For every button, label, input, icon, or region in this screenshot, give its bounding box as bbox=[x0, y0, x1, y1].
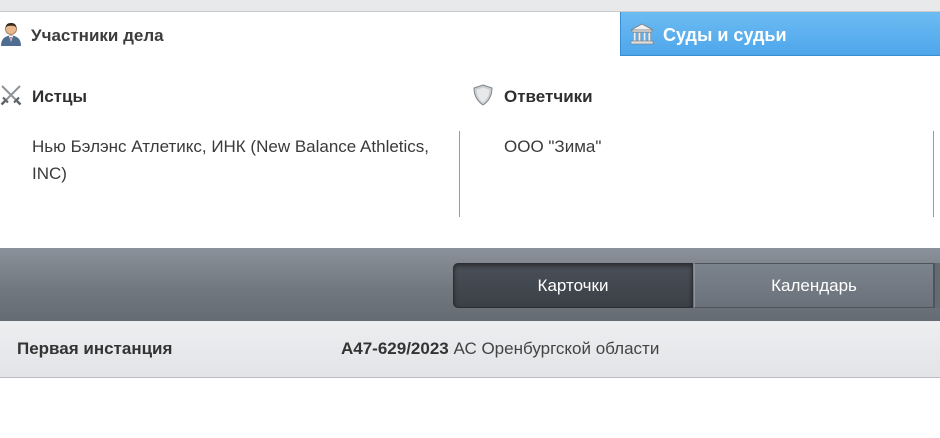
tab-participants-label: Участники дела bbox=[31, 26, 164, 45]
toolbar-next-button-edge[interactable] bbox=[934, 263, 940, 308]
tab-courts-label: Суды и судьи bbox=[663, 25, 787, 45]
view-toolbar: Карточки Календарь bbox=[0, 248, 940, 321]
plaintiffs-label: Истцы bbox=[32, 87, 87, 106]
defendant-name[interactable]: ООО "Зима" bbox=[504, 133, 904, 160]
defendants-label: Ответчики bbox=[504, 87, 593, 106]
tab-courts[interactable]: Суды и судьи bbox=[620, 12, 940, 56]
column-divider bbox=[933, 131, 934, 217]
instance-row[interactable]: Первая инстанция А47-629/2023 АС Оренбур… bbox=[0, 321, 940, 378]
crossed-swords-icon bbox=[0, 84, 22, 106]
case-number[interactable]: А47-629/2023 bbox=[341, 339, 449, 358]
instance-label: Первая инстанция bbox=[17, 339, 173, 358]
calendar-button[interactable]: Календарь bbox=[694, 263, 934, 308]
case-page: Участники дела Суды и судьи Истцы Ответч… bbox=[0, 0, 940, 438]
cards-button[interactable]: Карточки bbox=[453, 263, 693, 308]
plaintiff-name[interactable]: Нью Бэлэнс Атлетикс, ИНК (New Balance At… bbox=[32, 133, 432, 187]
column-divider bbox=[459, 131, 460, 217]
instance-value[interactable]: А47-629/2023 АС Оренбургской области bbox=[341, 339, 659, 359]
tab-participants[interactable]: Участники дела bbox=[0, 12, 620, 56]
top-strip bbox=[0, 0, 940, 12]
shield-icon bbox=[472, 84, 494, 106]
court-name: АС Оренбургской области bbox=[448, 339, 660, 358]
person-icon bbox=[0, 22, 22, 46]
courthouse-icon bbox=[630, 23, 654, 45]
